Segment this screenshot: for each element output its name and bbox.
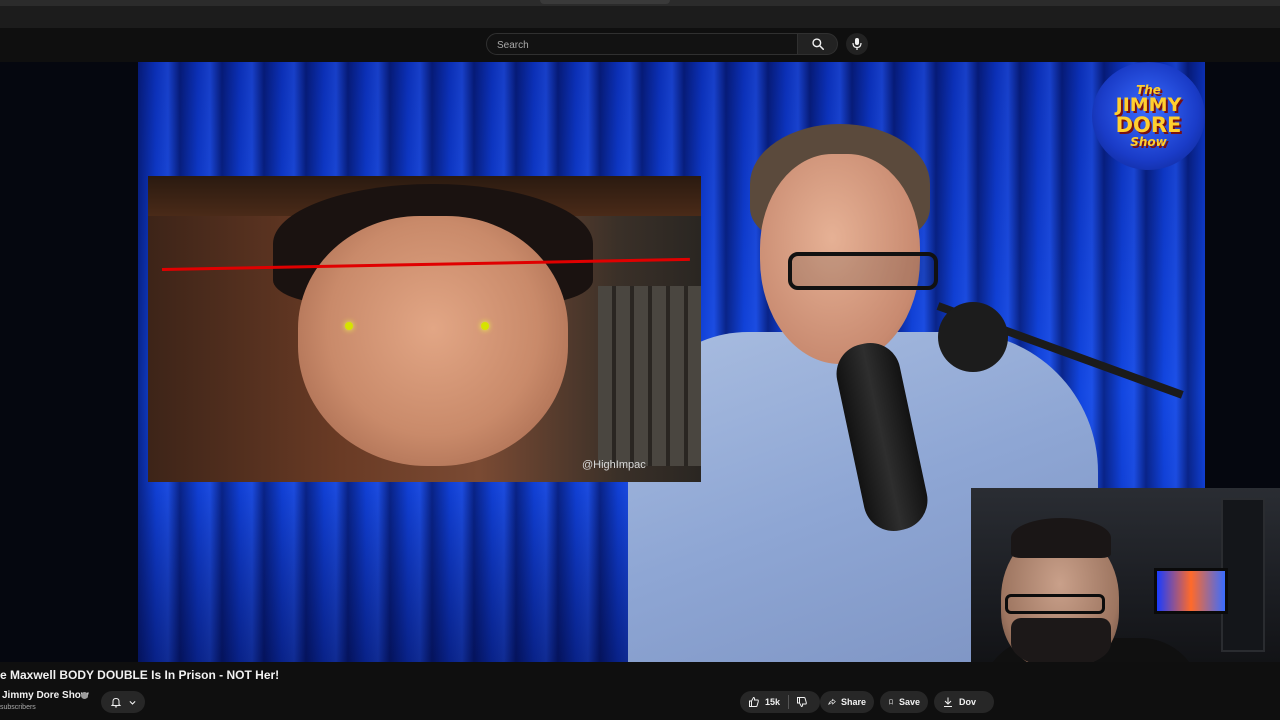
bell-icon xyxy=(110,697,121,708)
search-button[interactable] xyxy=(798,33,838,55)
webcam-person-hair xyxy=(1011,518,1111,558)
channel-name[interactable]: Jimmy Dore Show xyxy=(2,690,89,701)
like-dislike-group: 15k xyxy=(740,691,820,713)
bookmark-icon xyxy=(889,699,893,705)
like-button[interactable]: 15k xyxy=(740,691,788,713)
webcam-overlay xyxy=(971,488,1280,662)
show-logo: The JIMMY DORE Show xyxy=(1092,62,1205,170)
inset-face xyxy=(298,216,568,466)
microphone-icon xyxy=(852,38,862,50)
webcam-person-beard xyxy=(1011,618,1111,662)
inset-watermark: @HighImpac xyxy=(582,459,646,471)
thumbs-down-icon xyxy=(797,697,807,708)
inset-photo: @HighImpac xyxy=(148,176,701,482)
share-button[interactable]: Share xyxy=(820,691,874,713)
mic-arm-joint xyxy=(938,302,1008,372)
browser-active-tab[interactable] xyxy=(540,0,670,4)
voice-search-button[interactable] xyxy=(846,33,868,55)
share-icon xyxy=(828,698,836,705)
eye-marker-right xyxy=(481,322,489,330)
host-glasses xyxy=(788,252,938,290)
like-count: 15k xyxy=(765,697,781,707)
save-button[interactable]: Save xyxy=(880,691,928,713)
save-label: Save xyxy=(898,697,920,707)
search-box[interactable] xyxy=(486,33,798,55)
inset-bookshelf xyxy=(598,286,701,466)
download-button[interactable]: Dov xyxy=(934,691,994,713)
search-input[interactable] xyxy=(495,37,789,53)
subscriber-count: subscribers xyxy=(0,704,36,711)
dislike-button[interactable] xyxy=(789,691,815,713)
eye-marker-left xyxy=(345,322,353,330)
download-label: Dov xyxy=(959,697,977,707)
video-title: e Maxwell BODY DOUBLE Is In Prison - NOT… xyxy=(0,668,280,682)
logo-line-show: Show xyxy=(1130,135,1167,149)
download-icon xyxy=(944,697,952,707)
notifications-button[interactable] xyxy=(101,691,145,713)
chevron-down-icon xyxy=(128,700,136,705)
webcam-background-tv xyxy=(1154,568,1228,614)
thumbs-up-icon xyxy=(749,696,759,707)
search-icon xyxy=(811,38,824,51)
share-label: Share xyxy=(840,697,866,707)
logo-line-dore: DORE xyxy=(1115,113,1182,137)
webcam-person-glasses xyxy=(1005,594,1105,614)
verified-icon xyxy=(81,692,88,699)
